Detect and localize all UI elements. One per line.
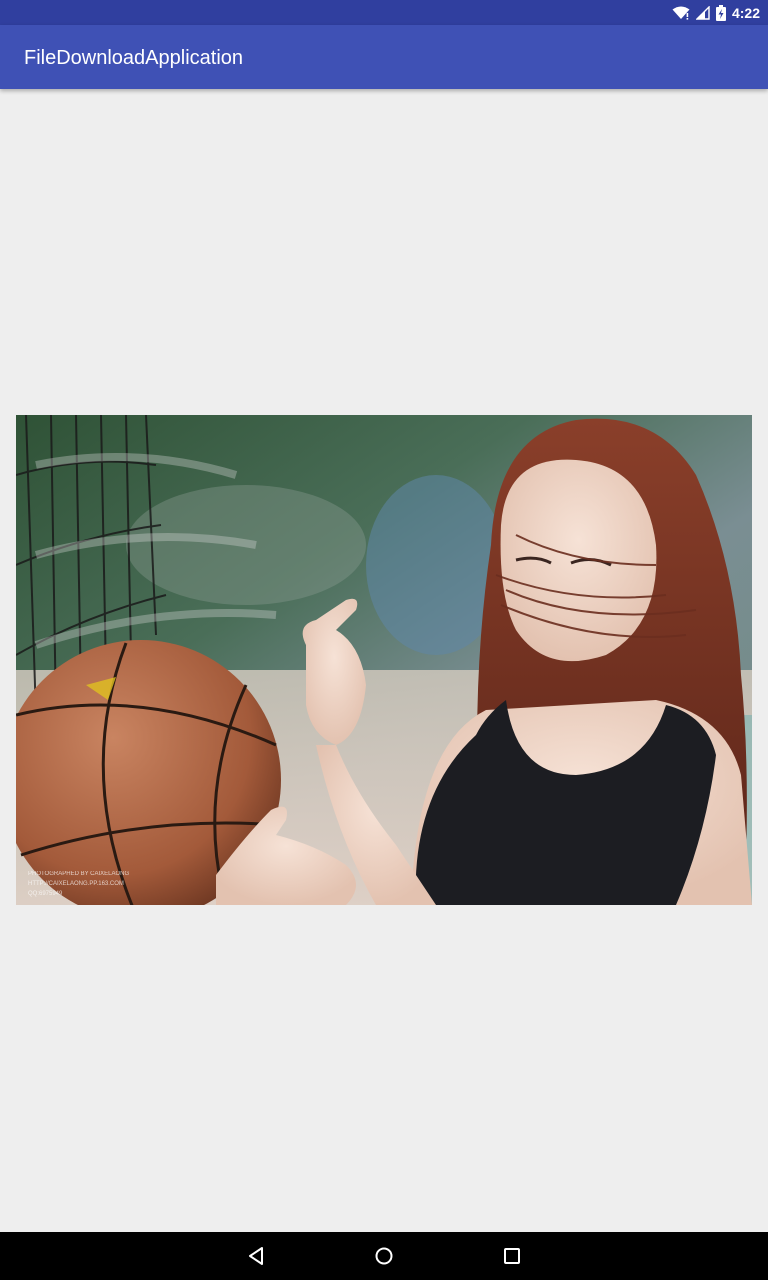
recents-icon[interactable] <box>500 1244 524 1268</box>
cell-signal-icon <box>695 5 710 20</box>
clock: 4:22 <box>731 4 760 21</box>
content-area: PHOTOGRAPHED BY CAIXELAONG HTTP://CAIXEL… <box>0 89 768 1232</box>
downloaded-photo: PHOTOGRAPHED BY CAIXELAONG HTTP://CAIXEL… <box>16 415 752 905</box>
app-bar: FileDownloadApplication <box>0 25 768 89</box>
status-icons: 4:22 <box>672 0 760 25</box>
app-title: FileDownloadApplication <box>24 47 244 69</box>
status-bar: 4:22 <box>0 0 768 25</box>
home-icon[interactable] <box>372 1244 396 1268</box>
wifi-icon <box>672 6 690 20</box>
navigation-bar <box>0 1232 768 1280</box>
watermark-line-1: PHOTOGRAPHED BY CAIXELAONG <box>28 871 129 877</box>
battery-charging-icon <box>715 4 726 21</box>
watermark-line-2: HTTP://CAIXELAONG.PP.163.COM <box>28 881 124 887</box>
watermark-line-3: QQ:6975949 <box>28 891 63 897</box>
back-icon[interactable] <box>244 1244 268 1268</box>
